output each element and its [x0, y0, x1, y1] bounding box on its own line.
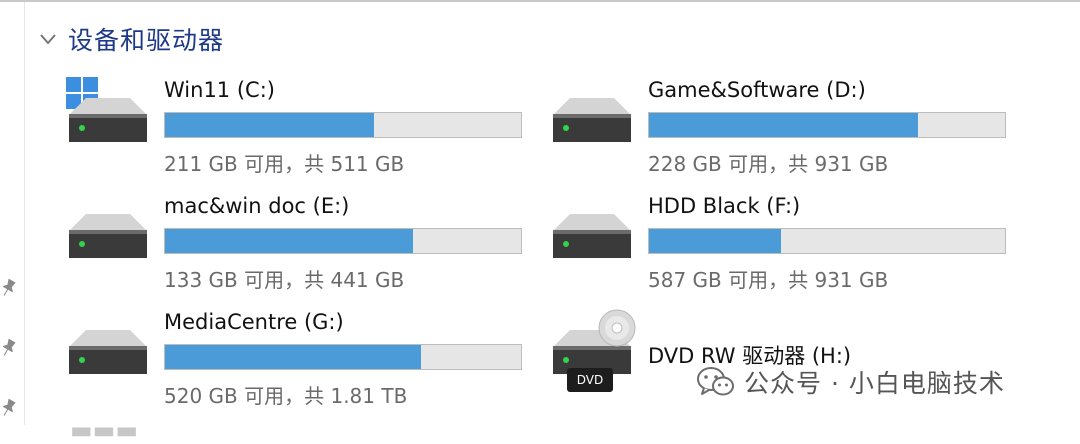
pin-icon[interactable] [0, 397, 18, 419]
pin-icon[interactable] [0, 277, 18, 299]
dvd-badge-label: DVD [576, 373, 604, 387]
drive-item-g[interactable]: MediaCentre (G:) 520 GB 可用，共 1.81 TB [66, 304, 546, 408]
hard-drive-icon [550, 188, 646, 284]
chevron-down-icon[interactable] [38, 29, 58, 49]
drive-space: 587 GB 可用，共 931 GB [648, 268, 889, 292]
usage-bar [648, 112, 1006, 138]
drive-space: 520 GB 可用，共 1.81 TB [164, 384, 408, 408]
usage-bar-fill [649, 113, 918, 137]
window-top-border [0, 0, 1080, 2]
drive-space: 228 GB 可用，共 931 GB [648, 152, 889, 176]
usage-bar-fill [165, 229, 414, 253]
drive-item-e[interactable]: mac&win doc (E:) 133 GB 可用，共 441 GB [66, 188, 546, 292]
usage-bar [648, 228, 1006, 254]
drive-name: Game&Software (D:) [648, 78, 866, 102]
hard-drive-icon [550, 72, 646, 168]
usage-bar-fill [649, 229, 781, 253]
devices-and-drives-header[interactable]: 设备和驱动器 [38, 22, 224, 56]
next-section-header-cropped: ▬▬▬ [70, 416, 139, 444]
drive-name: Win11 (C:) [164, 78, 275, 102]
navigation-pane-divider[interactable] [24, 2, 25, 425]
drive-name: HDD Black (F:) [648, 194, 801, 218]
usage-bar [164, 344, 522, 370]
drive-item-c[interactable]: Win11 (C:) 211 GB 可用，共 511 GB [66, 72, 546, 176]
section-title: 设备和驱动器 [68, 26, 225, 55]
drive-item-d[interactable]: Game&Software (D:) 228 GB 可用，共 931 GB [550, 72, 1030, 176]
usage-bar-fill [165, 113, 374, 137]
hard-drive-icon [66, 304, 162, 400]
windows-system-drive-icon [66, 72, 162, 168]
drive-space: 133 GB 可用，共 441 GB [164, 268, 405, 292]
usage-bar [164, 228, 522, 254]
drive-item-f[interactable]: HDD Black (F:) 587 GB 可用，共 931 GB [550, 188, 1030, 292]
watermark-text: 公众号 · 小白电脑技术 [744, 369, 1005, 398]
usage-bar-fill [165, 345, 421, 369]
wechat-icon [696, 364, 736, 400]
drive-name: mac&win doc (E:) [164, 194, 350, 218]
usage-bar [164, 112, 522, 138]
watermark: 公众号 · 小白电脑技术 [696, 364, 1005, 400]
hard-drive-icon [66, 188, 162, 284]
drive-space: 211 GB 可用，共 511 GB [164, 152, 405, 176]
pin-icon[interactable] [0, 337, 18, 359]
drive-name: MediaCentre (G:) [164, 310, 344, 334]
